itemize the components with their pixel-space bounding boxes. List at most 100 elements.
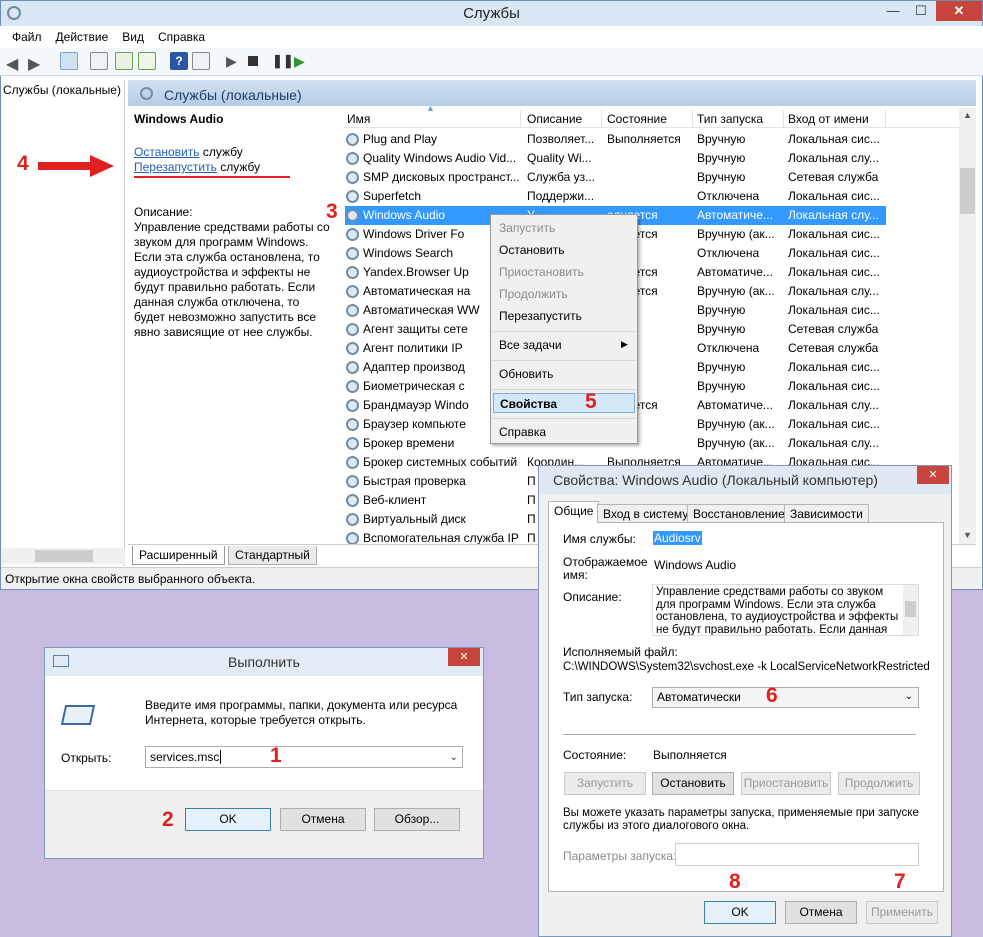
- gear-icon: [346, 171, 359, 184]
- startup-type-select[interactable]: Автоматически ⌄: [652, 687, 919, 708]
- stop-service-row: Остановить службу: [134, 145, 243, 159]
- tree-item-services[interactable]: Службы (локальные): [1, 80, 124, 100]
- pane-title: Службы (локальные): [164, 87, 302, 103]
- tab-recovery[interactable]: Восстановление: [687, 504, 791, 523]
- desc-scrollbar[interactable]: [903, 585, 918, 635]
- run-cancel-button[interactable]: Отмена: [280, 808, 366, 831]
- table-cell: Отключена: [697, 189, 760, 203]
- tab-dependencies[interactable]: Зависимости: [784, 504, 869, 523]
- menu-help[interactable]: Справка: [158, 30, 205, 44]
- restart-service-link[interactable]: Перезапустить: [134, 160, 217, 174]
- gear-icon: [346, 323, 359, 336]
- col-state[interactable]: Состояние: [603, 110, 693, 128]
- export-icon[interactable]: [138, 52, 156, 70]
- tab-general[interactable]: Общие: [548, 501, 600, 523]
- table-cell: Локальная сис...: [788, 379, 880, 393]
- run-input[interactable]: services.msc ⌄: [145, 746, 463, 768]
- ctx-start[interactable]: Запустить: [499, 218, 631, 238]
- scroll-up-icon[interactable]: ▲: [963, 110, 972, 120]
- gear-icon: [346, 513, 359, 526]
- minimize-button[interactable]: —: [879, 1, 907, 21]
- tree-hscroll[interactable]: [1, 548, 125, 564]
- gear-icon: [346, 494, 359, 507]
- close-button[interactable]: ✕: [936, 1, 982, 21]
- table-cell: Вручную: [697, 132, 746, 146]
- properties-icon[interactable]: [90, 52, 108, 70]
- service-name-heading: Windows Audio: [134, 112, 224, 126]
- startup-type-label: Тип запуска:: [563, 690, 633, 704]
- run-dropdown-icon[interactable]: ⌄: [450, 750, 458, 766]
- ctx-pause[interactable]: Приостановить: [499, 262, 631, 282]
- col-description[interactable]: Описание: [523, 110, 602, 128]
- table-cell: Отключена: [697, 341, 760, 355]
- table-cell: Поддержи...: [527, 189, 595, 203]
- props-cancel-button[interactable]: Отмена: [785, 901, 857, 924]
- table-row[interactable]: Plug and Play Позволяет... Выполняется Вруч…: [345, 130, 886, 149]
- resume-icon[interactable]: ▶: [294, 53, 305, 70]
- play-icon[interactable]: ▶: [226, 53, 237, 70]
- menu-file[interactable]: Файл: [12, 30, 42, 44]
- params-hint: Вы можете указать параметры запуска, при…: [563, 807, 919, 832]
- menu-view[interactable]: Вид: [122, 30, 144, 44]
- tab-extended[interactable]: Расширенный: [132, 546, 225, 565]
- params-input[interactable]: [675, 843, 919, 866]
- ctx-stop[interactable]: Остановить: [499, 240, 631, 260]
- ctx-resume[interactable]: Продолжить: [499, 284, 631, 304]
- table-cell: Вручную: [697, 379, 746, 393]
- back-icon[interactable]: ◀: [6, 54, 18, 74]
- props-close-button[interactable]: ✕: [917, 466, 949, 484]
- table-cell: Plug and Play: [363, 132, 438, 146]
- pane-header-icon: [140, 87, 153, 100]
- run-ok-button[interactable]: OK: [185, 808, 271, 831]
- forward-icon[interactable]: ▶: [28, 54, 40, 74]
- pause-icon[interactable]: ❚❚: [272, 53, 294, 69]
- display-name-value: Windows Audio: [654, 558, 737, 572]
- stop-icon[interactable]: [248, 56, 258, 66]
- tab-logon[interactable]: Вход в систему: [597, 504, 695, 523]
- menu-action[interactable]: Действие: [56, 30, 109, 44]
- gear-icon: [346, 380, 359, 393]
- ctx-restart[interactable]: Перезапустить: [499, 306, 631, 326]
- run-open-label: Открыть:: [61, 751, 112, 765]
- table-row[interactable]: Superfetch Поддержи... Отключена Локальная …: [345, 187, 886, 206]
- ctx-help[interactable]: Справка: [499, 422, 631, 442]
- props-pause-button[interactable]: Приостановить: [741, 772, 831, 795]
- maximize-button[interactable]: ☐: [907, 1, 935, 21]
- props-start-button[interactable]: Запустить: [564, 772, 646, 795]
- gear-icon: [346, 209, 359, 222]
- stop-service-link[interactable]: Остановить: [134, 145, 200, 159]
- marker-6: 6: [766, 684, 778, 707]
- refresh-icon[interactable]: [115, 52, 133, 70]
- col-startup[interactable]: Тип запуска: [693, 110, 784, 128]
- list-vscroll[interactable]: ▲ ▼: [959, 108, 976, 544]
- table-cell: Локальная слу...: [788, 208, 879, 222]
- props-apply-button[interactable]: Применить: [866, 901, 938, 924]
- run-close-button[interactable]: ✕: [448, 648, 480, 666]
- tab-standard[interactable]: Стандартный: [228, 546, 317, 565]
- col-logon[interactable]: Вход от имени: [784, 110, 886, 128]
- table-cell: Автоматиче...: [697, 398, 773, 412]
- table-row[interactable]: SMP дисковых пространст... Служба уз... Вр…: [345, 168, 886, 187]
- ctx-all-tasks[interactable]: Все задачи: [499, 335, 631, 355]
- desc-label: Описание:: [134, 205, 193, 219]
- help-icon[interactable]: ?: [170, 52, 188, 70]
- console-tree-icon[interactable]: [60, 52, 78, 70]
- ctx-properties[interactable]: Свойства: [493, 393, 635, 413]
- view-icon[interactable]: [192, 52, 210, 70]
- scroll-down-icon[interactable]: ▼: [963, 530, 972, 540]
- exe-label: Исполняемый файл:: [563, 645, 678, 659]
- props-resume-button[interactable]: Продолжить: [838, 772, 920, 795]
- table-cell: Отключена: [697, 246, 760, 260]
- scroll-thumb[interactable]: [960, 168, 975, 214]
- gear-icon: [346, 266, 359, 279]
- props-desc-box[interactable]: Управление средствами работы со звуком д…: [652, 584, 919, 636]
- table-row[interactable]: Quality Windows Audio Vid... Quality Wi..…: [345, 149, 886, 168]
- props-ok-button[interactable]: OK: [704, 901, 776, 924]
- props-stop-button[interactable]: Остановить: [652, 772, 734, 795]
- gear-icon: [346, 228, 359, 241]
- ctx-refresh[interactable]: Обновить: [499, 364, 631, 384]
- table-cell: Локальная сис...: [788, 227, 880, 241]
- startup-type-value: Автоматически: [657, 690, 741, 704]
- run-browse-button[interactable]: Обзор...: [374, 808, 460, 831]
- run-program-icon: [60, 705, 96, 725]
